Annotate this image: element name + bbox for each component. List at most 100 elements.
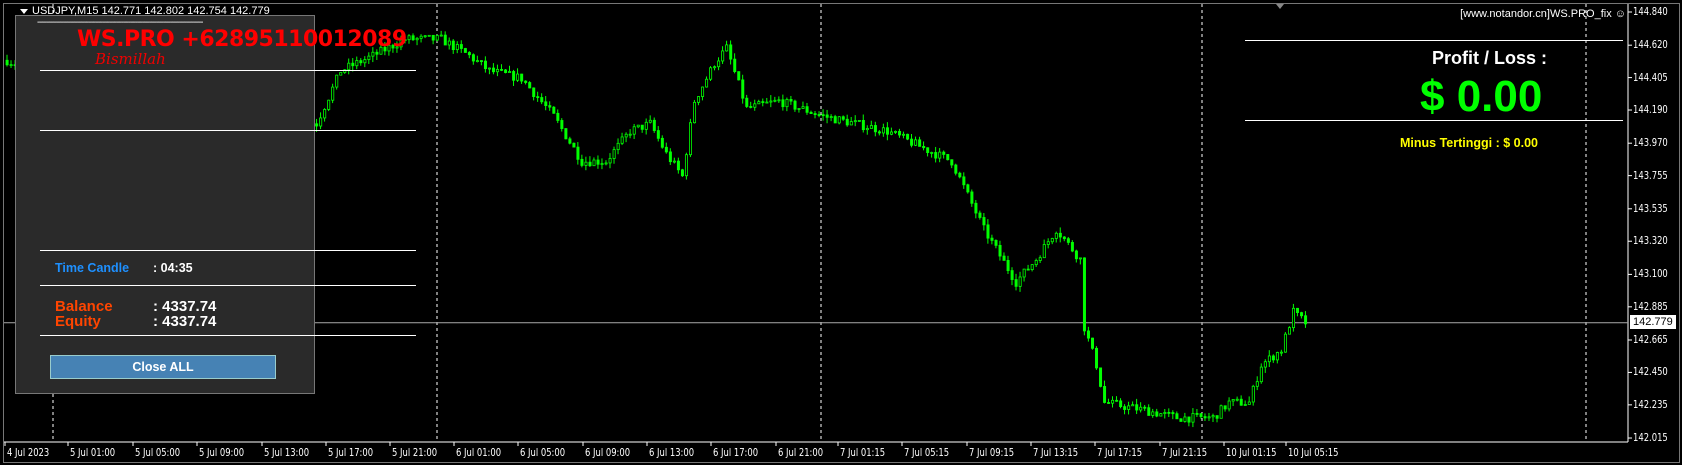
candle-body [785,99,789,108]
x-tick-label: 7 Jul 13:15 [1033,446,1079,459]
candle-body [1203,416,1207,419]
candle-body [359,60,363,64]
candle-body [315,123,319,127]
candle-body [978,212,982,218]
candle-body [664,146,668,153]
candle-body [857,120,861,122]
candle-body [564,128,568,140]
candle-body [881,127,885,134]
candle-body [962,176,966,186]
candle-body [1199,413,1203,417]
candle-body [829,116,833,118]
candle-body [1251,385,1255,403]
candle-body [532,87,536,98]
candle-body [660,137,664,148]
x-tick-label: 7 Jul 09:15 [969,446,1015,459]
candle-body [890,131,894,135]
candle-body [813,113,817,115]
candle-body [1231,399,1235,402]
x-tick-label: 5 Jul 05:00 [135,446,181,459]
candle-body [1275,352,1279,361]
divider [1245,120,1623,121]
candle-body [1131,404,1135,407]
x-tick-label: 6 Jul 17:00 [713,446,759,459]
candle-body [938,151,942,159]
candle-body [1086,330,1090,339]
close-all-button[interactable]: Close ALL [50,355,276,379]
candle-body [1191,413,1195,423]
y-tick-label: 144.840 [1633,5,1668,18]
candle-body [1070,242,1074,252]
divider [1245,40,1623,41]
candle-body [1046,241,1050,245]
x-tick-label: 5 Jul 09:00 [199,446,245,459]
candle-body [926,147,930,153]
x-tick-label: 5 Jul 17:00 [328,446,374,459]
y-tick-label: 143.755 [1633,168,1668,182]
x-tick-label: 5 Jul 21:00 [392,446,438,459]
candle-body [1010,270,1014,280]
candle-body [604,162,608,165]
ea-info-panel [15,15,315,394]
x-tick-label: 5 Jul 01:00 [70,446,116,459]
dropdown-triangle-icon[interactable] [20,8,28,14]
candle-body [765,101,769,104]
candle-body [1062,236,1066,240]
y-tick-label: 142.450 [1633,365,1668,379]
candle-body [652,119,656,131]
candle-body [415,37,419,41]
candle-body [1255,381,1259,387]
candle-body [1006,260,1010,271]
candle-body [492,67,496,73]
candle-body [801,106,805,109]
candle-body [902,133,906,136]
candle-body [769,100,773,103]
y-tick-label: 143.100 [1633,267,1668,281]
candle-body [934,152,938,159]
candle-body [451,40,455,51]
candle-body [560,120,564,129]
candle-body [914,139,918,146]
candle-body [761,101,765,104]
smiley-icon[interactable]: ☺ [1612,8,1626,20]
candle-body [427,34,431,37]
candle-body [540,97,544,103]
candle-body [536,96,540,99]
equity-row: Equity: 4337.74 [55,314,216,330]
candle-body [853,120,857,123]
current-price-label: 142.779 [1630,315,1676,329]
x-tick-label: 7 Jul 05:15 [904,446,950,459]
candle-body [467,52,471,56]
candle-body [1175,413,1179,420]
candle-body [1151,411,1155,416]
candle-body [773,99,777,102]
candle-body [355,60,359,67]
y-tick-label: 143.535 [1633,201,1668,215]
candle-body [797,108,801,110]
candle-body [608,158,612,164]
candle-body [918,139,922,147]
candle-body [950,159,954,166]
candle-body [994,240,998,246]
x-tick-label: 4 Jul 2023 [7,446,50,459]
candle-body [544,101,548,107]
candle-body [1300,312,1304,317]
y-tick-label: 144.190 [1633,103,1668,117]
y-tick-label: 143.320 [1633,234,1668,248]
x-tick-label: 5 Jul 13:00 [264,446,310,459]
candle-body [600,163,604,165]
candle-body [584,161,588,166]
candle-body [1054,232,1058,239]
candle-body [833,116,837,124]
x-tick-label: 6 Jul 21:00 [778,446,824,459]
candle-body [885,127,889,135]
candle-body [865,128,869,131]
candle-body [1263,361,1267,368]
y-tick-label: 142.015 [1633,431,1668,445]
candle-body [1014,279,1018,287]
candle-body [966,184,970,193]
candle-body [869,125,873,129]
candle-body [1283,333,1287,353]
candle-body [363,59,367,64]
candle-body [367,55,371,60]
